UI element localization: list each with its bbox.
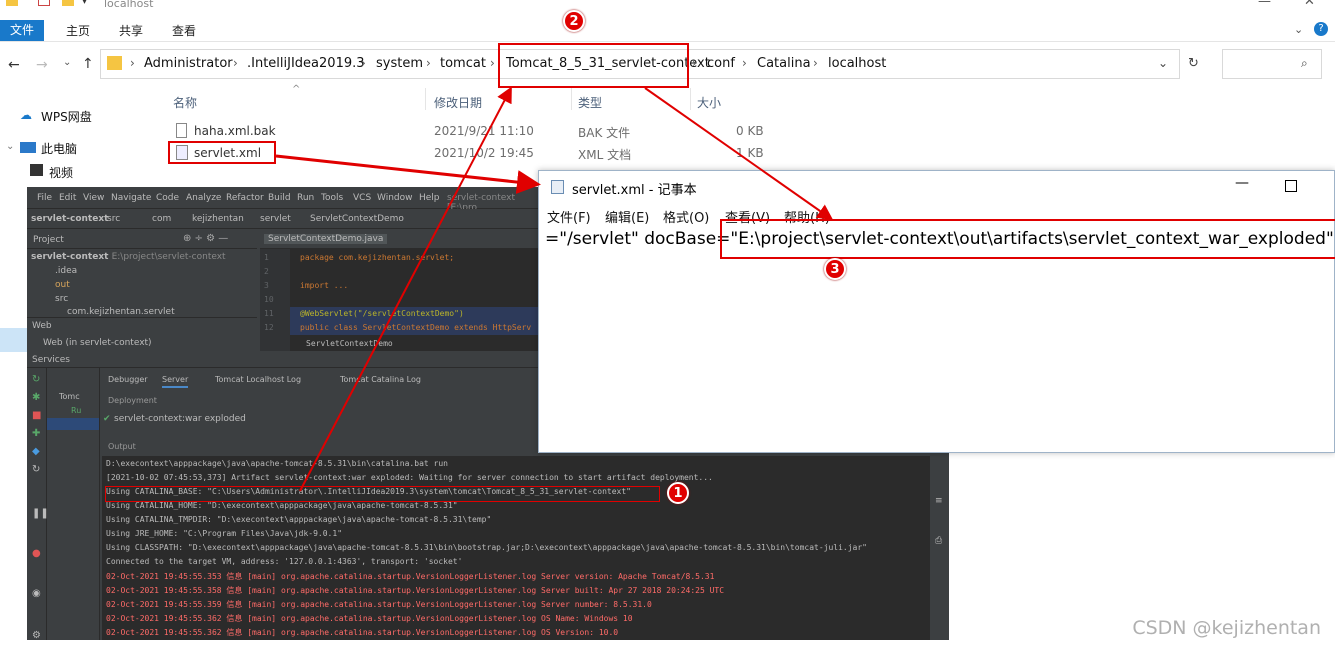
annotation-arrows	[275, 86, 834, 492]
annotation-badge-3: 3	[824, 258, 846, 280]
arrow-file-to-notepad	[275, 154, 541, 194]
watermark: CSDN @kejizhentan	[1132, 617, 1321, 639]
arrow-2-to-3	[644, 87, 834, 221]
arrow-1-to-2	[299, 86, 512, 492]
annotation-badge-1: 1	[667, 482, 689, 504]
annotation-badge-2: 2	[563, 10, 585, 32]
